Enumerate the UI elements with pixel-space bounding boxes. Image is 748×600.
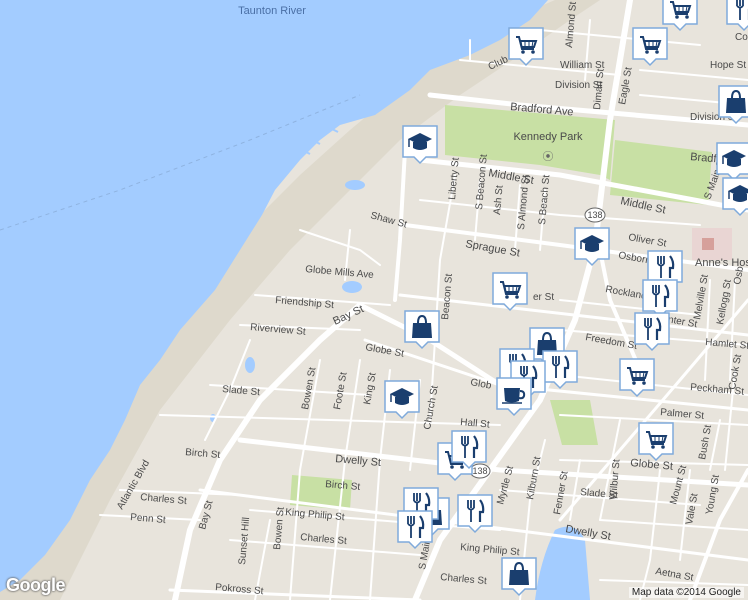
school-poi[interactable]: [716, 142, 748, 182]
water-label: Taunton River: [238, 5, 306, 17]
cafe-poi[interactable]: [496, 377, 532, 417]
restaurant-poi[interactable]: [542, 350, 578, 390]
school-poi[interactable]: [384, 380, 420, 420]
street-label: er St: [533, 292, 554, 303]
shopping-poi[interactable]: [508, 27, 544, 67]
svg-text:138: 138: [587, 210, 602, 220]
shopping-poi[interactable]: [638, 422, 674, 462]
svg-text:138: 138: [472, 466, 487, 476]
hospital-cross-icon: [702, 238, 714, 250]
park-marker-icon: ⦿: [543, 150, 554, 163]
shopping-poi[interactable]: [492, 272, 528, 312]
store-poi[interactable]: [501, 557, 537, 597]
park-label: Kennedy Park: [513, 131, 583, 143]
store-poi[interactable]: [718, 85, 748, 125]
street-label: Hope St: [710, 60, 746, 71]
shopping-poi[interactable]: [632, 27, 668, 67]
route-shield: 138: [469, 463, 491, 479]
restaurant-poi[interactable]: [634, 312, 670, 352]
map-canvas[interactable]: 138 138 Taunton River Kennedy Park ⦿ Ann…: [0, 0, 748, 600]
route-shield: 138: [584, 207, 606, 223]
map-attribution[interactable]: Map data ©2014 Google: [628, 587, 744, 598]
school-poi[interactable]: [722, 177, 748, 217]
store-poi[interactable]: [404, 310, 440, 350]
restaurant-poi[interactable]: [457, 494, 493, 534]
school-poi[interactable]: [402, 125, 438, 165]
restaurant-poi[interactable]: [397, 510, 433, 550]
google-logo: Google: [6, 575, 66, 595]
restaurant-poi[interactable]: [642, 279, 678, 319]
restaurant-poi[interactable]: [451, 430, 487, 470]
pond: [342, 281, 362, 293]
shopping-poi[interactable]: [619, 358, 655, 398]
map-svg[interactable]: 138 138 Taunton River Kennedy Park ⦿ Ann…: [0, 0, 748, 600]
pond: [345, 180, 365, 190]
pond: [245, 357, 255, 373]
street-label: Columb: [735, 32, 748, 43]
school-poi[interactable]: [574, 227, 610, 267]
